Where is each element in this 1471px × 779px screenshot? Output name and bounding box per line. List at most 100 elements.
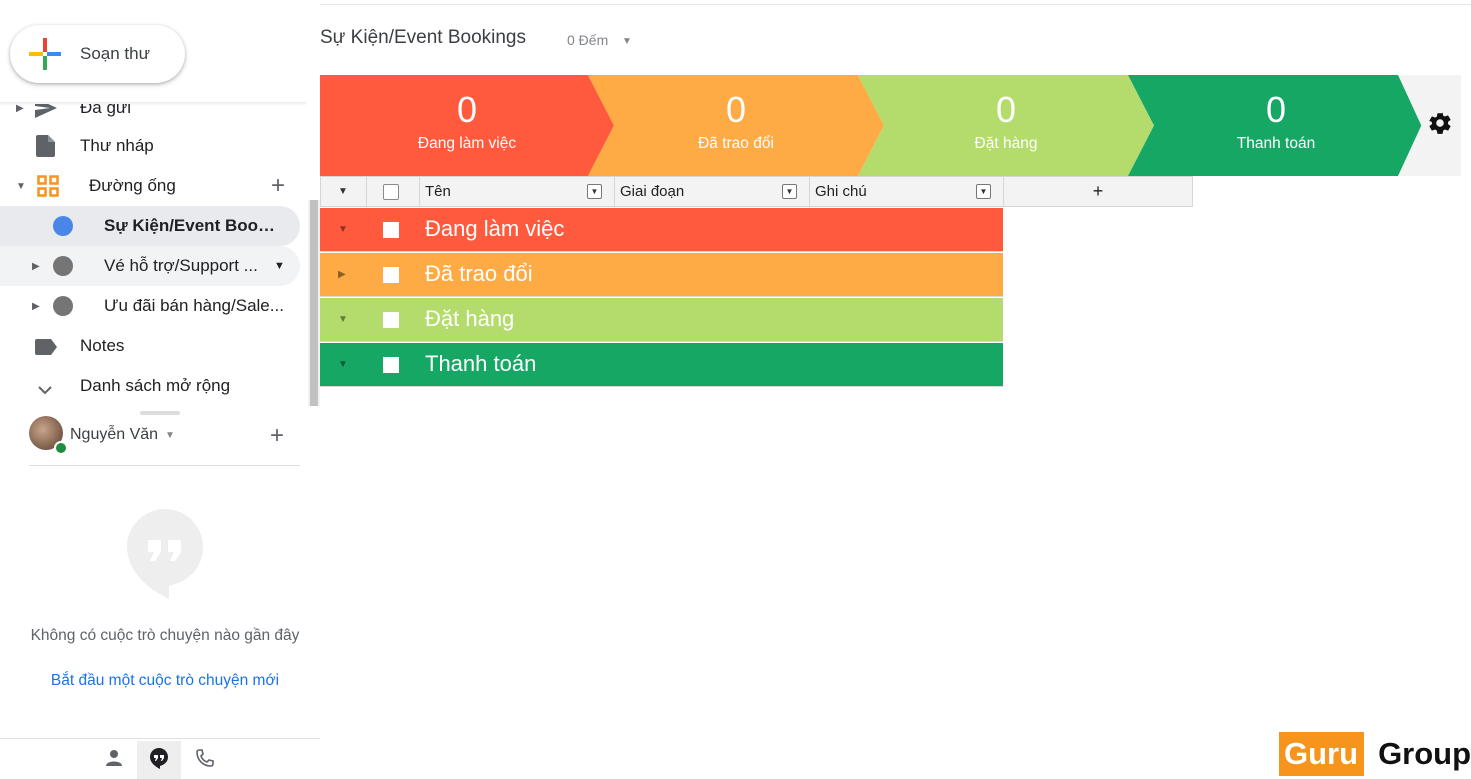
page-title: Sự Kiện/Event Bookings bbox=[320, 27, 527, 48]
logo-part-1: Guru bbox=[1279, 732, 1365, 776]
stage-label: Thanh toán bbox=[1236, 135, 1316, 152]
user-name[interactable]: Nguyễn Văn bbox=[70, 426, 158, 444]
caret-down-icon[interactable]: ▼ bbox=[338, 314, 348, 325]
stage-label: Đã trao đổi bbox=[698, 135, 774, 152]
add-pipeline-icon[interactable]: + bbox=[271, 172, 285, 200]
phone-tab[interactable] bbox=[183, 741, 227, 779]
add-column-label: + bbox=[1092, 181, 1104, 201]
nav-item-notes[interactable]: Notes bbox=[0, 326, 300, 366]
count-dropdown[interactable]: 0 Đếm bbox=[567, 32, 608, 48]
caret-down-icon[interactable]: ▼ bbox=[338, 224, 348, 235]
stage-label: Đang làm việc bbox=[417, 135, 517, 152]
select-all-checkbox[interactable] bbox=[383, 184, 399, 200]
column-menu-icon[interactable]: ▼ bbox=[782, 184, 797, 199]
stage-discussed[interactable]: 0 Đã trao đổi bbox=[588, 75, 884, 176]
row-checkbox[interactable] bbox=[383, 267, 399, 283]
group-row-working[interactable]: ▼ Đang làm việc bbox=[320, 208, 1003, 252]
select-all-header[interactable] bbox=[367, 176, 420, 207]
group-row-payment[interactable]: ▼ Thanh toán bbox=[320, 343, 1003, 387]
add-column-button[interactable]: + bbox=[1004, 176, 1193, 207]
caret-down-icon[interactable]: ▼ bbox=[338, 186, 348, 197]
nav-label: Vé hỗ trợ/Support ... bbox=[104, 256, 258, 275]
divider bbox=[29, 465, 300, 466]
caret-down-icon[interactable]: ▼ bbox=[338, 359, 348, 370]
stage-payment[interactable]: 0 Thanh toán bbox=[1128, 75, 1424, 176]
nav-label: Ưu đãi bán hàng/Sale... bbox=[104, 296, 284, 315]
plus-icon bbox=[29, 38, 61, 70]
row-checkbox[interactable] bbox=[383, 312, 399, 328]
grid-icon bbox=[37, 175, 59, 202]
caret-right-icon[interactable]: ▶ bbox=[338, 269, 346, 280]
nav-item-more[interactable]: Danh sách mở rộng bbox=[0, 366, 300, 406]
logo-part-2: Group bbox=[1378, 736, 1471, 771]
row-checkbox[interactable] bbox=[383, 357, 399, 373]
stage-working[interactable]: 0 Đang làm việc bbox=[320, 75, 614, 176]
chevron-down-icon bbox=[38, 380, 52, 400]
send-icon bbox=[35, 104, 57, 123]
nav-item-drafts[interactable]: Thư nháp bbox=[0, 126, 300, 166]
scrollbar-thumb[interactable] bbox=[310, 200, 318, 406]
nav-item-event-bookings[interactable]: Sự Kiện/Event Booki... bbox=[0, 206, 300, 246]
row-checkbox[interactable] bbox=[383, 222, 399, 238]
caret-down-icon[interactable]: ▼ bbox=[165, 430, 175, 441]
group-row-ordered[interactable]: ▼ Đặt hàng bbox=[320, 298, 1003, 342]
stage-count: 0 bbox=[725, 89, 747, 130]
column-header-stage[interactable]: Giai đoạn ▼ bbox=[615, 176, 810, 207]
stage-ordered[interactable]: 0 Đặt hàng bbox=[858, 75, 1154, 176]
nav-label: Sự Kiện/Event Booki... bbox=[104, 216, 284, 235]
group-label: Đã trao đổi bbox=[425, 261, 533, 286]
column-header-name[interactable]: Tên ▼ bbox=[420, 176, 615, 207]
caret-down-icon[interactable]: ▼ bbox=[622, 36, 632, 47]
nav-item-sales-deals[interactable]: ▶ Ưu đãi bán hàng/Sale... bbox=[0, 286, 300, 326]
pipeline-stages: 0 Đang làm việc 0 Đã trao đổi 0 Đặt hàng… bbox=[320, 75, 1461, 176]
nav-item-sent[interactable]: ▶ Đã gửi bbox=[0, 104, 300, 128]
column-menu-icon[interactable]: ▼ bbox=[976, 184, 991, 199]
nav-item-pipelines[interactable]: ▼ Đường ống + bbox=[0, 166, 300, 206]
label-icon bbox=[35, 339, 57, 360]
column-label: Tên bbox=[425, 183, 451, 200]
circle-icon bbox=[53, 256, 73, 276]
nav-item-support-tickets[interactable]: ▶ Vé hỗ trợ/Support ... ▼ bbox=[0, 246, 300, 286]
empty-conversations-message: Không có cuộc trò chuyện nào gần đây bbox=[30, 627, 300, 644]
stage-label: Đặt hàng bbox=[974, 135, 1038, 152]
compose-label: Soạn thư bbox=[80, 44, 150, 63]
caret-down-icon[interactable]: ▼ bbox=[16, 181, 26, 192]
resize-handle[interactable] bbox=[140, 411, 180, 415]
nav-label: Thư nháp bbox=[80, 136, 154, 155]
nav-label: Đường ống bbox=[89, 176, 176, 195]
caret-down-icon[interactable]: ▼ bbox=[274, 260, 285, 272]
compose-button[interactable]: Soạn thư bbox=[10, 25, 185, 83]
group-row-discussed[interactable]: ▶ Đã trao đổi bbox=[320, 253, 1003, 297]
contacts-tab[interactable] bbox=[92, 741, 136, 779]
nav-list: ▶ Đã gửi Thư nháp ▼ Đường ống + Sự Kiện/… bbox=[0, 104, 306, 406]
column-label: Ghi chú bbox=[815, 183, 867, 200]
circle-icon bbox=[53, 296, 73, 316]
nav-label: Đã gửi bbox=[80, 104, 132, 117]
column-header-notes[interactable]: Ghi chú ▼ bbox=[810, 176, 1004, 207]
new-chat-plus-icon[interactable]: + bbox=[270, 424, 284, 448]
conversations-tab[interactable] bbox=[137, 741, 181, 779]
draft-icon bbox=[36, 135, 55, 162]
hangouts-icon bbox=[149, 747, 169, 774]
column-menu-icon[interactable]: ▼ bbox=[587, 184, 602, 199]
nav-label: Danh sách mở rộng bbox=[80, 376, 231, 395]
online-status-icon bbox=[54, 441, 68, 455]
hangouts-bubble-icon bbox=[126, 508, 204, 600]
stage-count: 0 bbox=[456, 89, 478, 130]
sidebar: Soạn thư ▶ Đã gửi Thư nháp ▼ Đường ống +… bbox=[0, 0, 320, 779]
column-label: Giai đoạn bbox=[620, 183, 685, 200]
group-label: Đặt hàng bbox=[425, 306, 515, 331]
nav-shadow bbox=[0, 102, 306, 106]
person-icon bbox=[105, 749, 123, 772]
caret-right-icon[interactable]: ▶ bbox=[32, 261, 40, 272]
start-conversation-link[interactable]: Bắt đầu một cuộc trò chuyện mới bbox=[20, 672, 310, 690]
watermark-logo: Guru Group bbox=[1279, 732, 1471, 776]
divider bbox=[0, 738, 320, 739]
gear-icon[interactable] bbox=[1427, 110, 1453, 141]
caret-right-icon[interactable]: ▶ bbox=[32, 301, 40, 312]
group-label: Thanh toán bbox=[425, 351, 537, 376]
expand-all-header[interactable]: ▼ bbox=[320, 176, 367, 207]
stage-count: 0 bbox=[1265, 89, 1287, 130]
phone-icon bbox=[195, 748, 215, 773]
stage-count: 0 bbox=[995, 89, 1017, 130]
